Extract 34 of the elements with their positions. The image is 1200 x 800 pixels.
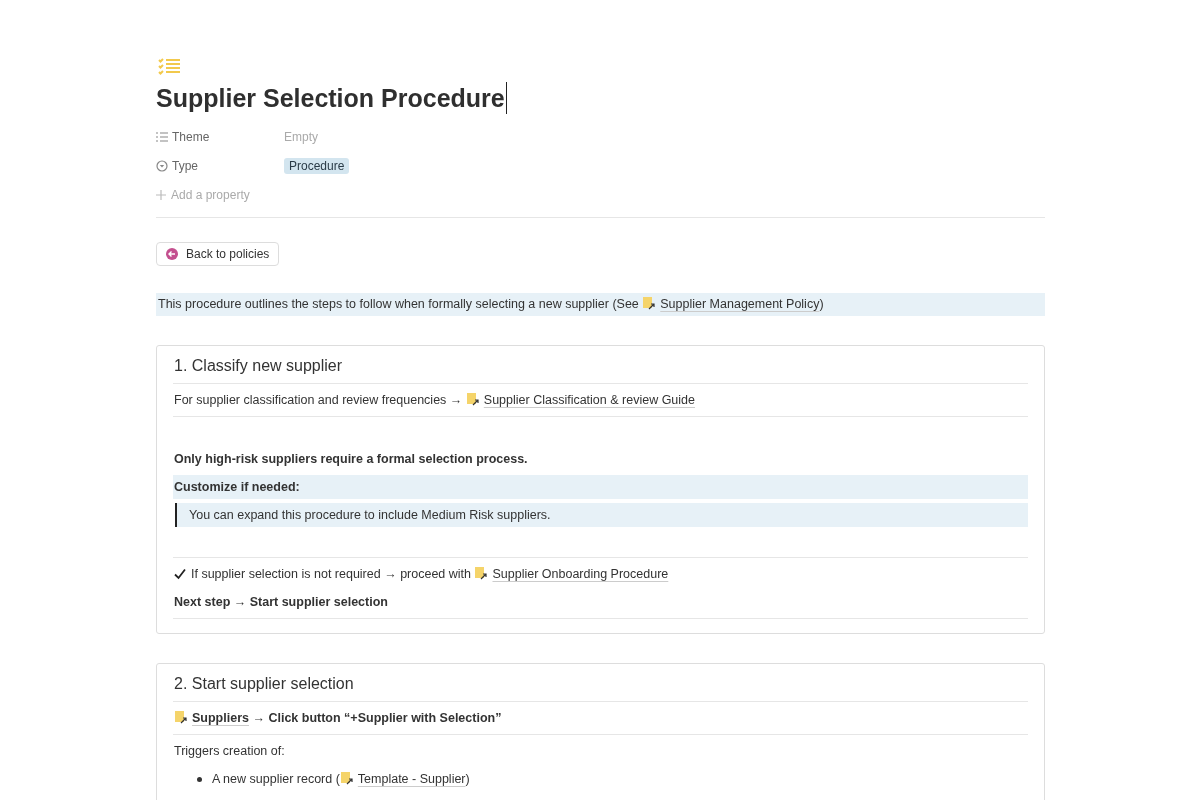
property-label[interactable]: Type	[156, 158, 284, 173]
checkmark-icon	[174, 568, 186, 580]
intro-text: This procedure outlines the steps to follow when formally selecting a new supplier (See Supplier Management Policy)	[156, 293, 1045, 316]
page-link-icon	[339, 771, 354, 785]
body-text: Triggers creation of:	[174, 743, 285, 759]
dropdown-circle-icon	[156, 159, 168, 172]
page-link[interactable]: Supplier Management Policy	[642, 297, 820, 311]
body-text: Only high-risk suppliers require a formal selection process.	[174, 451, 528, 467]
back-button[interactable]: Back to policies	[156, 242, 280, 266]
back-arrow-icon	[166, 248, 178, 260]
body-text: For supplier classification and review frequencies → Supplier Classification & review Guide	[174, 392, 695, 408]
page-link-icon	[465, 392, 480, 406]
bullet-icon	[197, 776, 202, 782]
section-heading: 1. Classify new supplier	[174, 357, 344, 375]
page-link[interactable]: Supplier Onboarding Procedure	[474, 567, 669, 581]
list-item-text: A new supplier record ( Template - Supplier)	[212, 771, 470, 787]
page-link-icon	[174, 710, 188, 724]
property-tag[interactable]: Procedure	[284, 157, 350, 174]
checklist-icon	[158, 58, 180, 76]
section-heading: 2. Start supplier selection	[174, 675, 355, 693]
list-icon	[156, 131, 168, 142]
property-label[interactable]: Theme	[156, 129, 284, 144]
body-text: Next step → Start supplier selection	[174, 594, 388, 610]
page-link-icon	[474, 566, 489, 580]
page-link[interactable]: Supplier Classification & review Guide	[465, 393, 695, 407]
page-link[interactable]: Suppliers	[174, 711, 249, 725]
page-title[interactable]: Supplier Selection Procedure	[156, 83, 505, 113]
quote-text: You can expand this procedure to include Medium Risk suppliers.	[189, 507, 551, 523]
page-link-icon	[642, 296, 657, 310]
plus-icon	[156, 189, 166, 200]
step-text: If supplier selection is not required → proceed with Supplier Onboarding Procedure	[191, 566, 669, 582]
highlighted-text: Customize if needed:	[174, 479, 300, 495]
page-link[interactable]: Template - Supplier	[339, 772, 466, 786]
body-text: Suppliers → Click button “+Supplier with Selection”	[174, 710, 502, 726]
